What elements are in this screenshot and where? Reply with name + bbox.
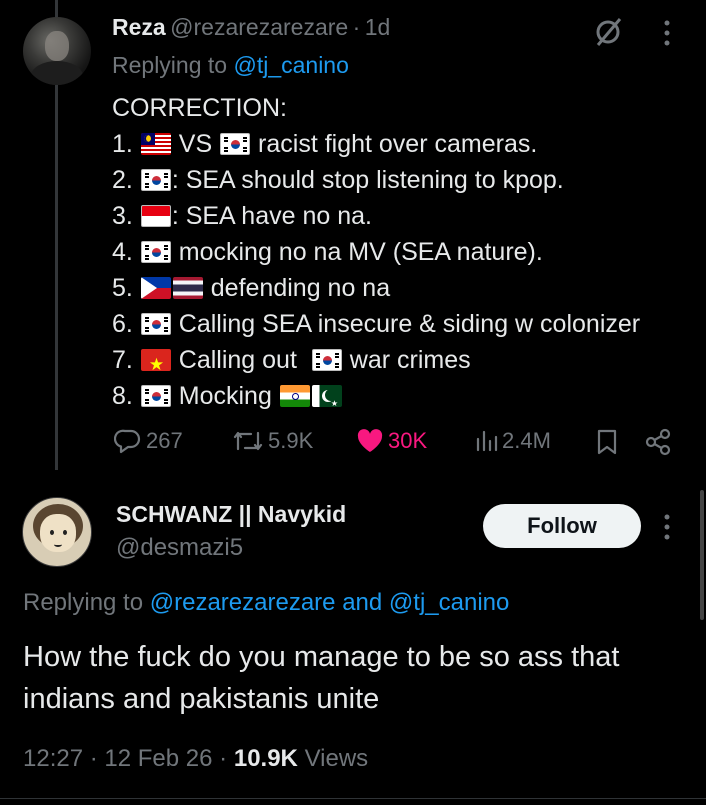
avatar[interactable] [23, 17, 91, 85]
line-number: 5. [112, 274, 133, 302]
line-text: mocking no na MV (SEA nature). [178, 238, 543, 266]
analytics-icon [476, 430, 498, 452]
like-count: 30K [388, 428, 428, 453]
divider [0, 798, 706, 799]
line-3: 3. : SEA have no na. [112, 198, 640, 234]
share-icon[interactable] [644, 428, 672, 461]
line-1: 1. VS racist fight over cameras. [112, 126, 640, 162]
separator: · [219, 745, 228, 772]
line-6: 6. Calling SEA insecure & siding w colon… [112, 306, 640, 342]
reply-icon [114, 429, 141, 454]
avatar-body [31, 61, 83, 85]
line-number: 8. [112, 382, 133, 410]
views-label: Views [304, 745, 369, 772]
repost-icon [233, 431, 263, 451]
mention-link[interactable]: @rezarezarezare [150, 589, 336, 616]
tweet-header: Reza @rezarezarezare · 1d [112, 14, 390, 41]
line-number: 6. [112, 310, 133, 338]
grok-icon[interactable] [593, 16, 625, 53]
views-count: 2.4M [502, 428, 551, 453]
line-8: 8. Mocking [112, 378, 640, 414]
line-text: war crimes [349, 346, 471, 374]
timestamp[interactable]: 1d [365, 14, 391, 40]
line-text: : SEA should stop listening to kpop. [171, 166, 564, 194]
malaysia-flag-icon [140, 133, 171, 155]
bookmark-icon[interactable] [596, 428, 618, 461]
line-number: 3. [112, 202, 133, 230]
south-korea-flag-icon [311, 349, 342, 371]
vietnam-flag-icon [140, 349, 171, 371]
philippines-flag-icon [140, 277, 171, 299]
avatar-mouth [54, 542, 62, 547]
views-button[interactable]: 2.4M [474, 428, 551, 454]
avatar[interactable] [22, 497, 92, 567]
line-text: defending no na [210, 274, 391, 302]
mention-link[interactable]: @tj_canino [389, 589, 509, 616]
replying-to: Replying to @tj_canino [112, 52, 349, 79]
line-number: 7. [112, 346, 133, 374]
replying-and: and [342, 589, 383, 616]
line-4: 4. mocking no na MV (SEA nature). [112, 234, 640, 270]
scrollbar[interactable] [700, 490, 704, 620]
reply-count: 267 [146, 428, 183, 453]
south-korea-flag-icon [220, 133, 251, 155]
south-korea-flag-icon [140, 385, 171, 407]
tweet-body: CORRECTION: 1. VS racist fight over came… [112, 90, 640, 414]
line-text: : SEA have no na. [171, 202, 372, 230]
replying-prefix: Replying to [23, 589, 144, 616]
tweet-body: How the fuck do you manage to be so ass … [23, 641, 620, 715]
line-text: Mocking [178, 382, 272, 410]
line-text: Calling out [178, 346, 297, 374]
south-korea-flag-icon [140, 241, 171, 263]
line-number: 4. [112, 238, 133, 266]
line-5: 5. defending no na [112, 270, 640, 306]
display-name[interactable]: Reza [112, 14, 166, 40]
heart-icon [357, 429, 383, 452]
replying-prefix: Replying to [112, 52, 228, 78]
follow-button[interactable]: Follow [483, 504, 641, 548]
repost-button[interactable]: 5.9K [232, 428, 313, 454]
like-button[interactable]: 30K [356, 428, 427, 454]
views-count: 10.9K [233, 745, 298, 772]
indonesia-flag-icon [140, 205, 171, 227]
line-title: CORRECTION: [112, 94, 287, 122]
repost-count: 5.9K [268, 428, 314, 453]
pakistan-flag-icon [311, 385, 342, 407]
replying-to: Replying to @rezarezarezare and @tj_cani… [23, 589, 509, 617]
separator: · [352, 14, 361, 40]
mention-link[interactable]: @tj_canino [233, 52, 348, 78]
display-name[interactable]: SCHWANZ || Navykid [116, 501, 346, 528]
reply-button[interactable]: 267 [114, 428, 183, 454]
avatar-face [45, 31, 69, 61]
more-options-icon[interactable] [661, 512, 673, 547]
south-korea-flag-icon [140, 169, 171, 191]
more-options-icon[interactable] [661, 18, 673, 53]
avatar-eye [50, 530, 54, 535]
line-number: 1. [112, 130, 133, 158]
line-text: VS [178, 130, 213, 158]
post-date[interactable]: 12 Feb 26 [104, 745, 212, 772]
user-handle[interactable]: @rezarezarezare [170, 14, 348, 40]
post-time[interactable]: 12:27 [23, 745, 83, 772]
line-2: 2. : SEA should stop listening to kpop. [112, 162, 640, 198]
line-7: 7. Calling out war crimes [112, 342, 640, 378]
user-handle[interactable]: @desmazi5 [116, 534, 243, 562]
thailand-flag-icon [172, 277, 203, 299]
line-text: Calling SEA insecure & siding w colonize… [178, 310, 641, 338]
separator: · [89, 745, 98, 772]
line-text: racist fight over cameras. [258, 130, 538, 158]
india-flag-icon [279, 385, 310, 407]
avatar-eye [63, 530, 67, 535]
south-korea-flag-icon [140, 313, 171, 335]
line-number: 2. [112, 166, 133, 194]
tweet-footer: 12:27 · 12 Feb 26 · 10.9K Views [23, 745, 368, 773]
